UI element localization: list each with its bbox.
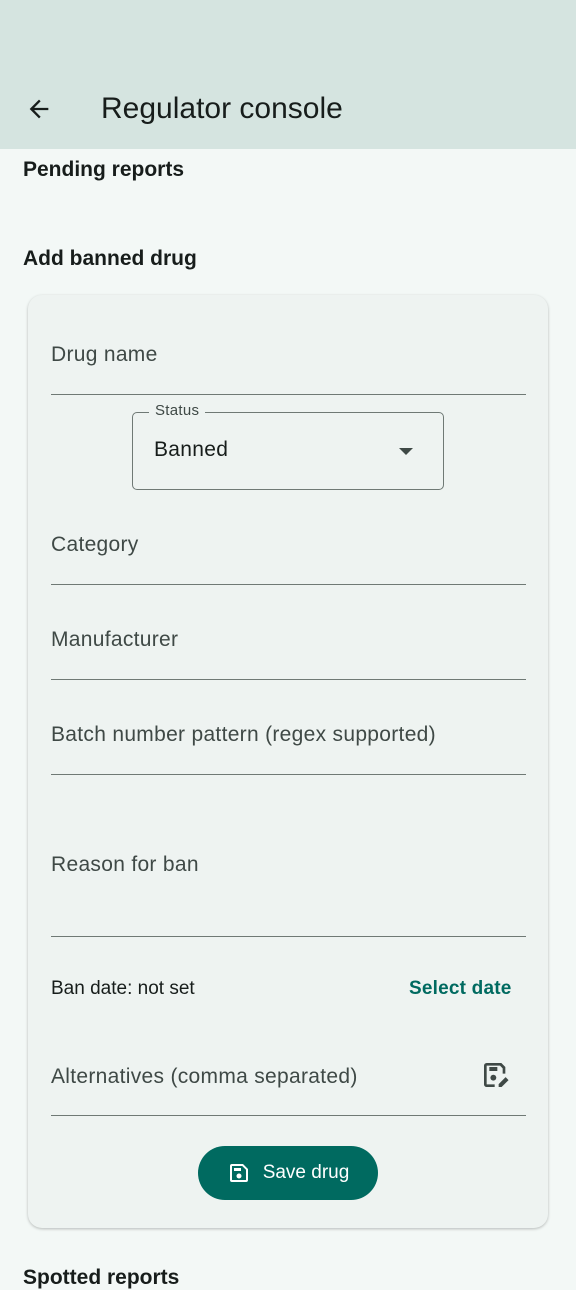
section-title-add-banned-drug: Add banned drug — [23, 247, 197, 270]
manufacturer-label: Manufacturer — [51, 628, 179, 651]
ban-date-text: Ban date: not set — [51, 978, 195, 999]
section-title-pending-reports: Pending reports — [23, 158, 185, 181]
drug-name-field[interactable]: Drug name — [51, 325, 526, 395]
section-title-spotted-reports: Spotted reports — [23, 1266, 180, 1289]
reason-field[interactable]: Reason for ban — [51, 799, 526, 937]
reason-label: Reason for ban — [51, 853, 199, 876]
back-button[interactable] — [18, 88, 60, 130]
arrow-back-icon — [29, 99, 49, 119]
add-drug-form-card: Drug name Status Banned Category Manufac… — [28, 295, 548, 1228]
drug-name-label: Drug name — [51, 343, 158, 366]
save-drug-label: Save drug — [262, 1162, 350, 1183]
batch-pattern-label: Batch number pattern (regex supported) — [51, 723, 436, 746]
status-dropdown[interactable]: Status Banned — [132, 402, 444, 490]
category-field[interactable]: Category — [51, 514, 526, 585]
save-drug-button[interactable]: Save drug — [198, 1146, 378, 1200]
alternatives-field[interactable]: Alternatives (comma separated) — [51, 1035, 526, 1116]
status-value: Banned — [154, 438, 229, 461]
save-icon — [229, 1164, 248, 1182]
manufacturer-field[interactable]: Manufacturer — [51, 609, 526, 680]
select-date-button[interactable]: Select date — [409, 978, 512, 1000]
status-label: Status — [149, 402, 206, 419]
alternatives-label: Alternatives (comma separated) — [51, 1065, 358, 1088]
app-bar: Regulator console — [0, 0, 576, 149]
category-label: Category — [51, 533, 139, 556]
arrow-drop-down-icon — [399, 448, 413, 455]
app-title: Regulator console — [101, 92, 343, 125]
save-edit-icon[interactable] — [480, 1059, 512, 1091]
batch-pattern-field[interactable]: Batch number pattern (regex supported) — [51, 704, 526, 775]
